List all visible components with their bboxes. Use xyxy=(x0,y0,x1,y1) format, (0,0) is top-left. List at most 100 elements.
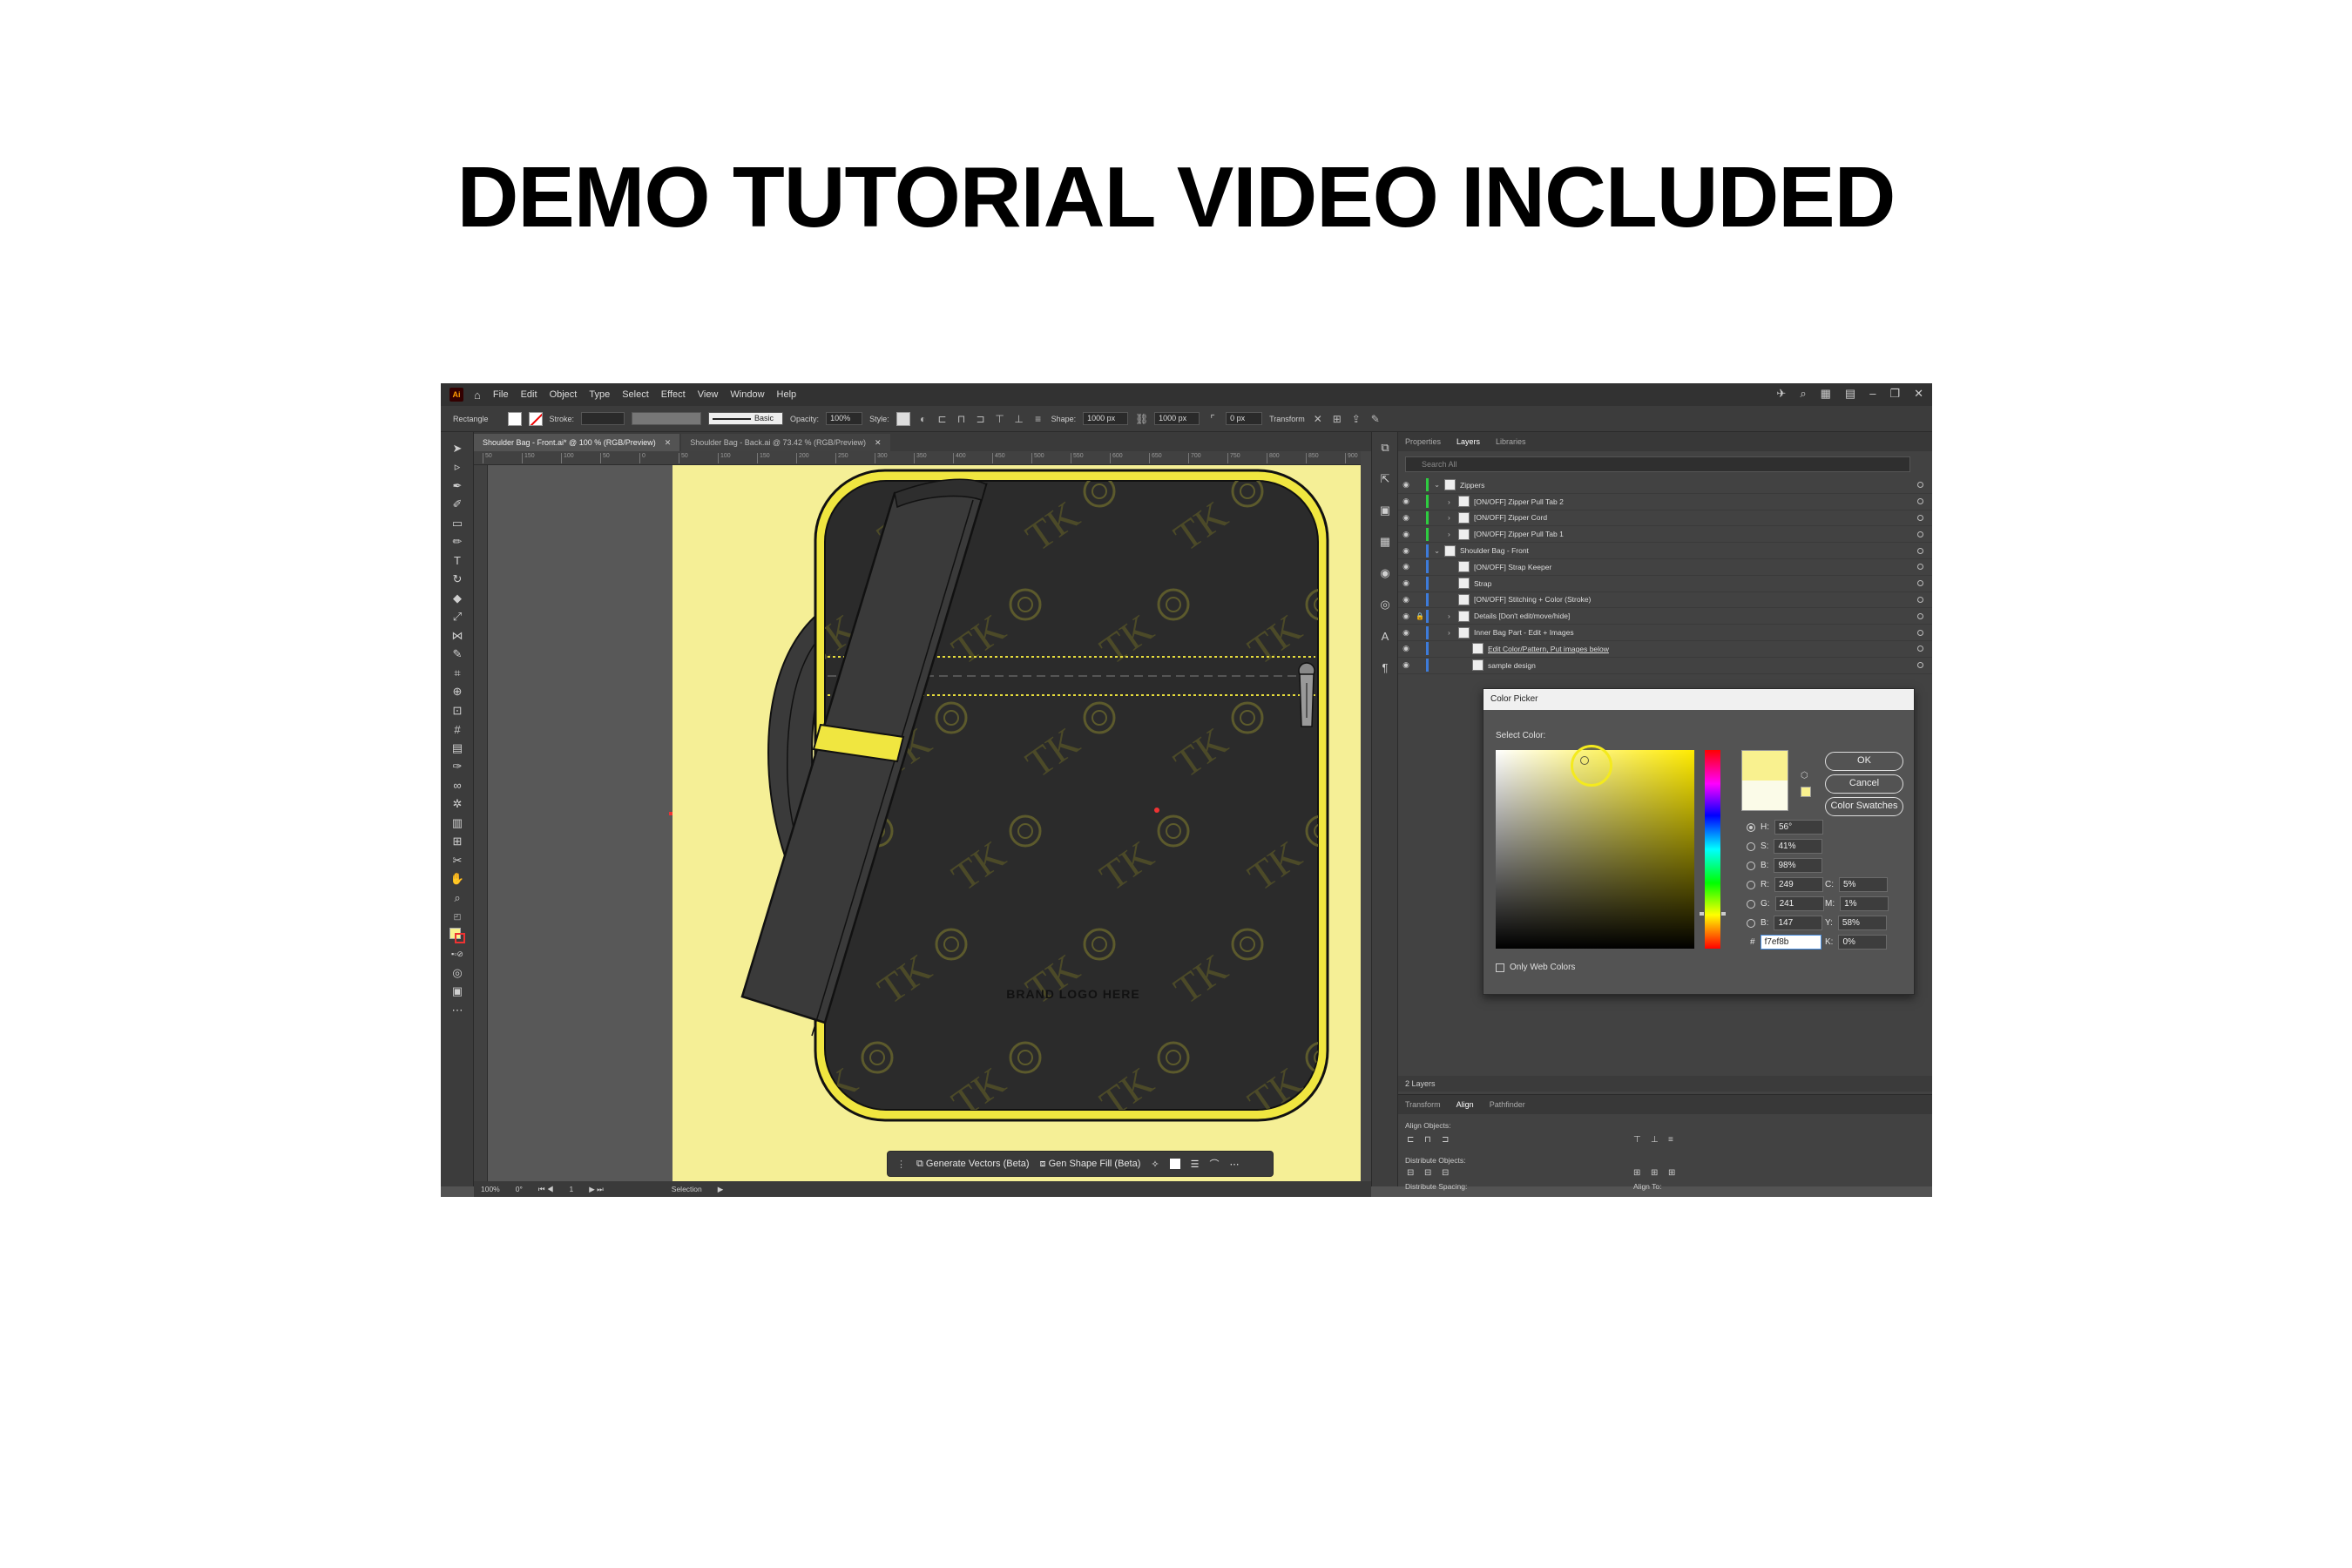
zoom-icon[interactable]: ⌕ xyxy=(441,889,474,908)
appearance-panel-icon[interactable]: ◎ xyxy=(1372,589,1398,620)
gen-shape-fill-button[interactable]: ⧈ Gen Shape Fill (Beta) xyxy=(1040,1159,1141,1170)
tab-pathfinder[interactable]: Pathfinder xyxy=(1490,1100,1525,1109)
canvas[interactable]: TK TK TK TK TK TK TK TK TK TK TK TK TK TK TK TK TK TK TK TK… xyxy=(488,465,1361,1181)
export-icon[interactable]: ⇪ xyxy=(1350,413,1362,425)
artboard-icon[interactable]: ⊞ xyxy=(441,833,474,852)
s-field[interactable]: 41% xyxy=(1774,839,1823,854)
close-tab-icon[interactable]: ✕ xyxy=(875,438,882,447)
menu-file[interactable]: File xyxy=(493,389,509,400)
visibility-eye-icon[interactable]: ◉ xyxy=(1398,513,1414,523)
gamut-swatch[interactable] xyxy=(1801,787,1811,797)
align-center-icon[interactable]: ⊓ xyxy=(956,413,968,425)
layer-row[interactable]: ◉ ⌄ Zippers xyxy=(1398,477,1932,494)
align-right-icon[interactable]: ⊐ xyxy=(975,413,987,425)
character-panel-icon[interactable]: A xyxy=(1372,620,1398,652)
layer-row[interactable]: ◉ 🔒 › Details [Don't edit/move/hide] xyxy=(1398,608,1932,625)
slice-icon[interactable]: ✂ xyxy=(441,851,474,870)
export-panel-icon[interactable]: ⇱ xyxy=(1372,463,1398,495)
warp-icon[interactable]: ✎ xyxy=(441,645,474,665)
fill-swatch[interactable] xyxy=(507,411,522,426)
home-icon[interactable]: ⌂ xyxy=(474,389,481,402)
horizontal-align-right-icon[interactable]: ⊐ xyxy=(1442,1135,1454,1146)
artboard-next-icon[interactable]: ▶ ⏭ xyxy=(589,1185,604,1194)
h-radio[interactable] xyxy=(1747,822,1755,832)
tab-properties[interactable]: Properties xyxy=(1405,437,1441,446)
gamut-cube-icon[interactable]: ⬡ xyxy=(1801,771,1808,781)
recolor-icon[interactable]: ◐ xyxy=(917,413,929,425)
expand-chevron-icon[interactable]: › xyxy=(1448,530,1458,538)
perspective-icon[interactable]: ⊡ xyxy=(441,701,474,720)
target-circle-icon[interactable] xyxy=(1917,629,1923,636)
search-icon[interactable]: ⌕ xyxy=(1800,387,1806,401)
status-arrow-icon[interactable]: ▶ xyxy=(718,1185,724,1194)
menu-view[interactable]: View xyxy=(698,389,719,400)
y-field[interactable]: 58% xyxy=(1837,916,1887,930)
hand-icon[interactable]: ✋ xyxy=(441,870,474,889)
visibility-eye-icon[interactable]: ◉ xyxy=(1398,546,1414,556)
rotate-icon[interactable]: ↻ xyxy=(441,571,474,590)
visibility-eye-icon[interactable]: ◉ xyxy=(1398,628,1414,638)
align-left-icon[interactable]: ⊏ xyxy=(936,413,949,425)
minimize-icon[interactable]: – xyxy=(1869,387,1876,401)
ok-button[interactable]: OK xyxy=(1825,752,1903,771)
layer-row[interactable]: ◉ sample design xyxy=(1398,658,1932,674)
layer-row[interactable]: ◉ [ON/OFF] Stitching + Color (Stroke) xyxy=(1398,592,1932,609)
width-field[interactable]: 1000 px xyxy=(1083,412,1129,425)
zoom-level[interactable]: 100% xyxy=(481,1185,500,1193)
distribute-hcenter-icon[interactable]: ⊞ xyxy=(1651,1168,1663,1179)
selection-tool-icon[interactable]: ➤ xyxy=(441,439,474,458)
color-panel-icon[interactable]: ◉ xyxy=(1372,558,1398,589)
screen-mode-icon[interactable]: ▣ xyxy=(441,983,474,1002)
visibility-eye-icon[interactable]: ◉ xyxy=(1398,497,1414,506)
visibility-eye-icon[interactable]: ◉ xyxy=(1398,562,1414,571)
hue-slider[interactable] xyxy=(1700,750,1726,949)
close-icon[interactable]: ✕ xyxy=(1914,387,1923,401)
transform-icon[interactable]: ⊞ xyxy=(1331,413,1343,425)
vertical-scrollbar[interactable] xyxy=(1361,451,1371,1181)
corner-field[interactable]: 0 px xyxy=(1226,412,1263,425)
style-swatch[interactable] xyxy=(896,411,910,426)
r-radio[interactable] xyxy=(1747,880,1755,889)
close-tab-icon[interactable]: ✕ xyxy=(665,438,672,447)
vertical-align-top-icon[interactable]: ⊤ xyxy=(1633,1135,1646,1146)
target-circle-icon[interactable] xyxy=(1917,612,1923,619)
visibility-eye-icon[interactable]: ◉ xyxy=(1398,480,1414,490)
align-top-icon[interactable]: ⊤ xyxy=(994,413,1006,425)
eraser-icon[interactable]: ◆ xyxy=(441,589,474,608)
c-field[interactable]: 5% xyxy=(1839,877,1888,892)
tab-libraries[interactable]: Libraries xyxy=(1496,437,1526,446)
g-radio[interactable] xyxy=(1747,899,1755,909)
layers-search-input[interactable]: Search All xyxy=(1405,456,1910,472)
variable-width-field[interactable] xyxy=(632,412,702,425)
stroke-weight-field[interactable] xyxy=(581,412,625,425)
expand-chevron-icon[interactable]: › xyxy=(1448,628,1458,637)
curvature-icon[interactable]: ✐ xyxy=(441,496,474,515)
eyedropper-icon[interactable]: ✑ xyxy=(441,758,474,777)
original-color-swatch[interactable] xyxy=(1741,781,1788,811)
swatches-panel-icon[interactable]: ▦ xyxy=(1372,526,1398,558)
artboard-nav-icon[interactable]: ⏮ ◀ xyxy=(538,1185,554,1194)
b-rgb-radio[interactable] xyxy=(1747,918,1755,928)
target-circle-icon[interactable] xyxy=(1917,662,1923,669)
saturation-brightness-field[interactable] xyxy=(1496,745,1694,949)
symbol-sprayer-icon[interactable]: ✲ xyxy=(441,795,474,814)
expand-chevron-icon[interactable]: › xyxy=(1448,612,1458,620)
mesh-icon[interactable]: # xyxy=(441,720,474,740)
more-icon[interactable]: ⋯ xyxy=(1229,1159,1239,1170)
menu-window[interactable]: Window xyxy=(730,389,764,400)
corner-icon[interactable]: ⌜ xyxy=(1206,413,1219,425)
height-field[interactable]: 1000 px xyxy=(1154,412,1200,425)
rectangle-tool-icon[interactable]: ▭ xyxy=(441,514,474,533)
align-middle-icon[interactable]: ⊥ xyxy=(1013,413,1025,425)
menu-edit[interactable]: Edit xyxy=(521,389,537,400)
stroke-lines-icon[interactable]: ☰ xyxy=(1191,1159,1200,1170)
tab-front[interactable]: Shoulder Bag - Front.ai* @ 100 % (RGB/Pr… xyxy=(474,434,680,451)
layer-row[interactable]: ◉ ⌄ Shoulder Bag - Front xyxy=(1398,543,1932,559)
edit-icon[interactable]: ✎ xyxy=(1369,413,1382,425)
zipper-pull[interactable] xyxy=(1298,662,1315,727)
visibility-eye-icon[interactable]: ◉ xyxy=(1398,578,1414,588)
width-tool-icon[interactable]: ⋈ xyxy=(441,626,474,645)
expand-chevron-icon[interactable]: ⌄ xyxy=(1434,546,1444,556)
tab-layers[interactable]: Layers xyxy=(1456,437,1480,446)
artboard-number[interactable]: 1 xyxy=(569,1185,573,1193)
